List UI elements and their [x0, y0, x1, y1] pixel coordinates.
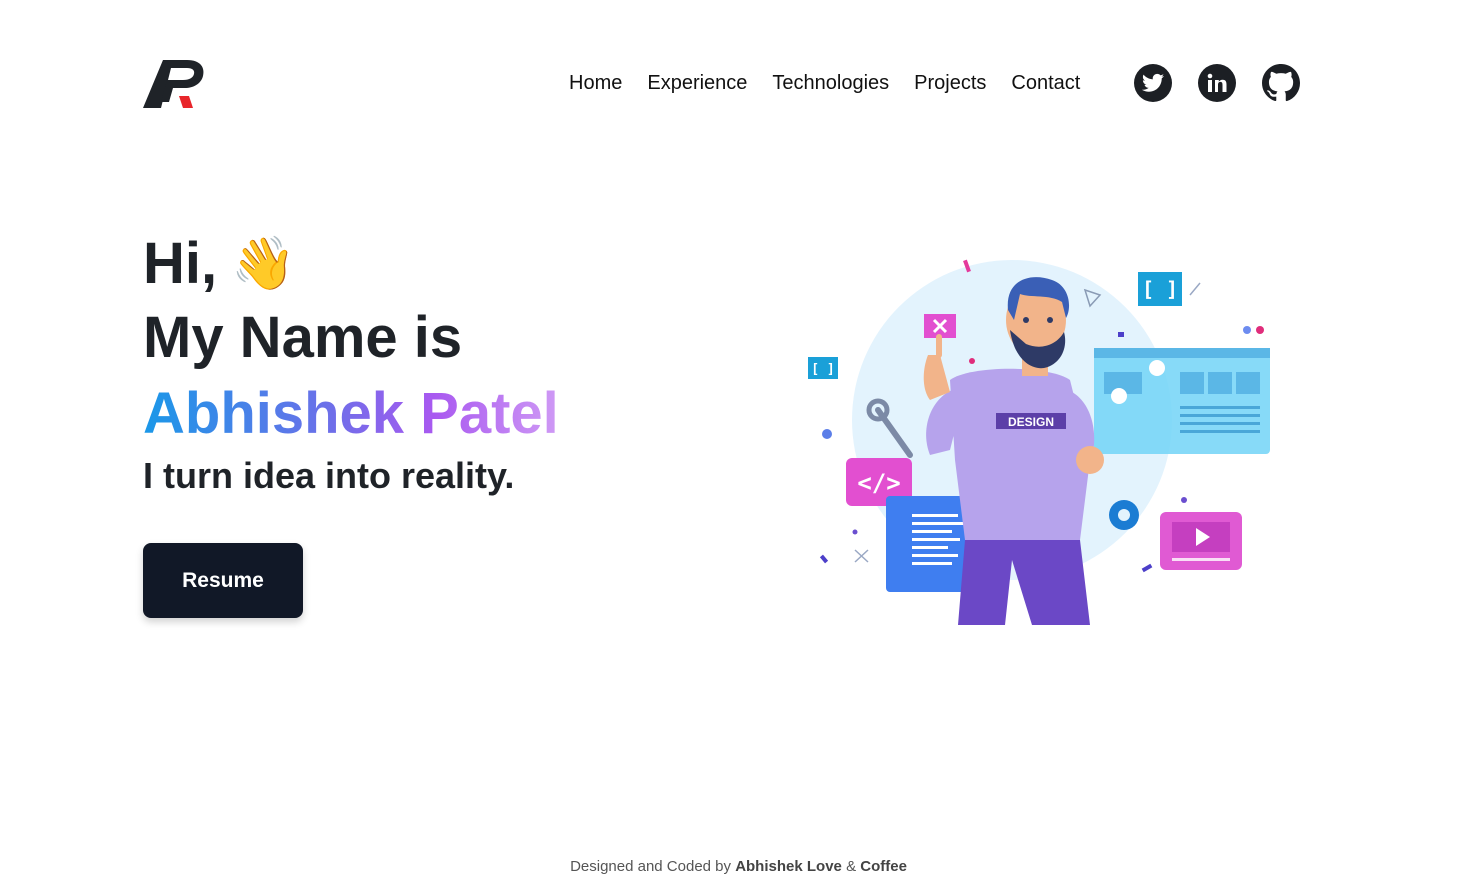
full-name: Abhishek Patel: [143, 376, 559, 452]
greeting-text: Hi,: [143, 231, 218, 296]
nav-technologies[interactable]: Technologies: [772, 70, 889, 96]
nav-experience[interactable]: Experience: [647, 70, 747, 96]
github-link[interactable]: [1262, 64, 1300, 102]
footer-amp: &: [846, 858, 857, 875]
linkedin-link[interactable]: [1198, 64, 1236, 102]
svg-text:[ ]: [ ]: [1142, 277, 1178, 301]
tagline: I turn idea into reality.: [143, 455, 515, 496]
footer-coffee: Coffee: [860, 858, 907, 875]
ap-logo-icon[interactable]: [143, 58, 205, 108]
twitter-link[interactable]: [1134, 64, 1172, 102]
main-nav: Home Experience Technologies Projects Co…: [569, 70, 1080, 96]
footer-prefix: Designed and Coded by: [570, 858, 732, 875]
resume-button[interactable]: Resume: [143, 543, 303, 618]
social-links: [1134, 64, 1300, 102]
design-label: DESIGN: [1008, 415, 1054, 429]
svg-text:[ ]: [ ]: [811, 362, 834, 377]
greeting-line: Hi, 👋: [143, 228, 559, 300]
svg-text:</>: </>: [857, 469, 900, 497]
twitter-icon: [1142, 73, 1164, 92]
name-intro: My Name is: [143, 305, 463, 370]
github-icon: [1262, 64, 1300, 102]
waving-hand-icon: 👋: [231, 235, 296, 293]
linkedin-icon: [1207, 73, 1227, 92]
hero-section: Hi, 👋 My Name is Abhishek Patel I turn i…: [143, 228, 559, 498]
footer-author: Abhishek Love: [735, 858, 842, 875]
nav-projects[interactable]: Projects: [914, 70, 986, 96]
nav-contact[interactable]: Contact: [1011, 70, 1080, 96]
nav-home[interactable]: Home: [569, 70, 622, 96]
developer-illustration: [ ] [ ] </> DESIGN: [808, 259, 1270, 625]
footer: Designed and Coded by Abhishek Love & Co…: [0, 858, 1477, 875]
portfolio-page: Home Experience Technologies Projects Co…: [0, 0, 1477, 878]
